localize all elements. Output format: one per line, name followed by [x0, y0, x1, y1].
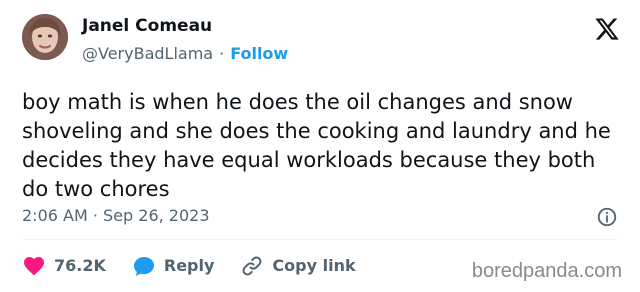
info-icon[interactable]	[596, 206, 618, 228]
divider	[22, 239, 618, 240]
speech-bubble-icon	[132, 254, 156, 278]
like-button[interactable]: 76.2K	[22, 254, 106, 278]
reply-label: Reply	[163, 256, 215, 275]
watermark: boredpanda.com	[471, 260, 622, 282]
avatar[interactable]	[22, 14, 68, 60]
copy-link-button[interactable]: Copy link	[240, 254, 356, 278]
copy-link-label: Copy link	[272, 256, 356, 275]
like-count: 76.2K	[54, 256, 106, 275]
tweet-timestamp[interactable]: 2:06 AM · Sep 26, 2023	[22, 206, 210, 226]
avatar-image	[22, 14, 68, 60]
author-handle-row: @VeryBadLlama · Follow	[82, 44, 288, 64]
author-name[interactable]: Janel Comeau	[82, 16, 212, 36]
tweet-actions: 76.2K Reply Copy link	[22, 254, 382, 278]
tweet-text: boy math is when he does the oil changes…	[22, 90, 611, 201]
handle-separator: ·	[219, 44, 225, 63]
follow-button[interactable]: Follow	[230, 44, 288, 63]
reply-button[interactable]: Reply	[132, 254, 215, 278]
heart-icon	[22, 254, 46, 278]
x-logo-icon[interactable]	[594, 16, 620, 42]
author-handle[interactable]: @VeryBadLlama	[82, 44, 213, 63]
link-icon	[240, 254, 264, 278]
